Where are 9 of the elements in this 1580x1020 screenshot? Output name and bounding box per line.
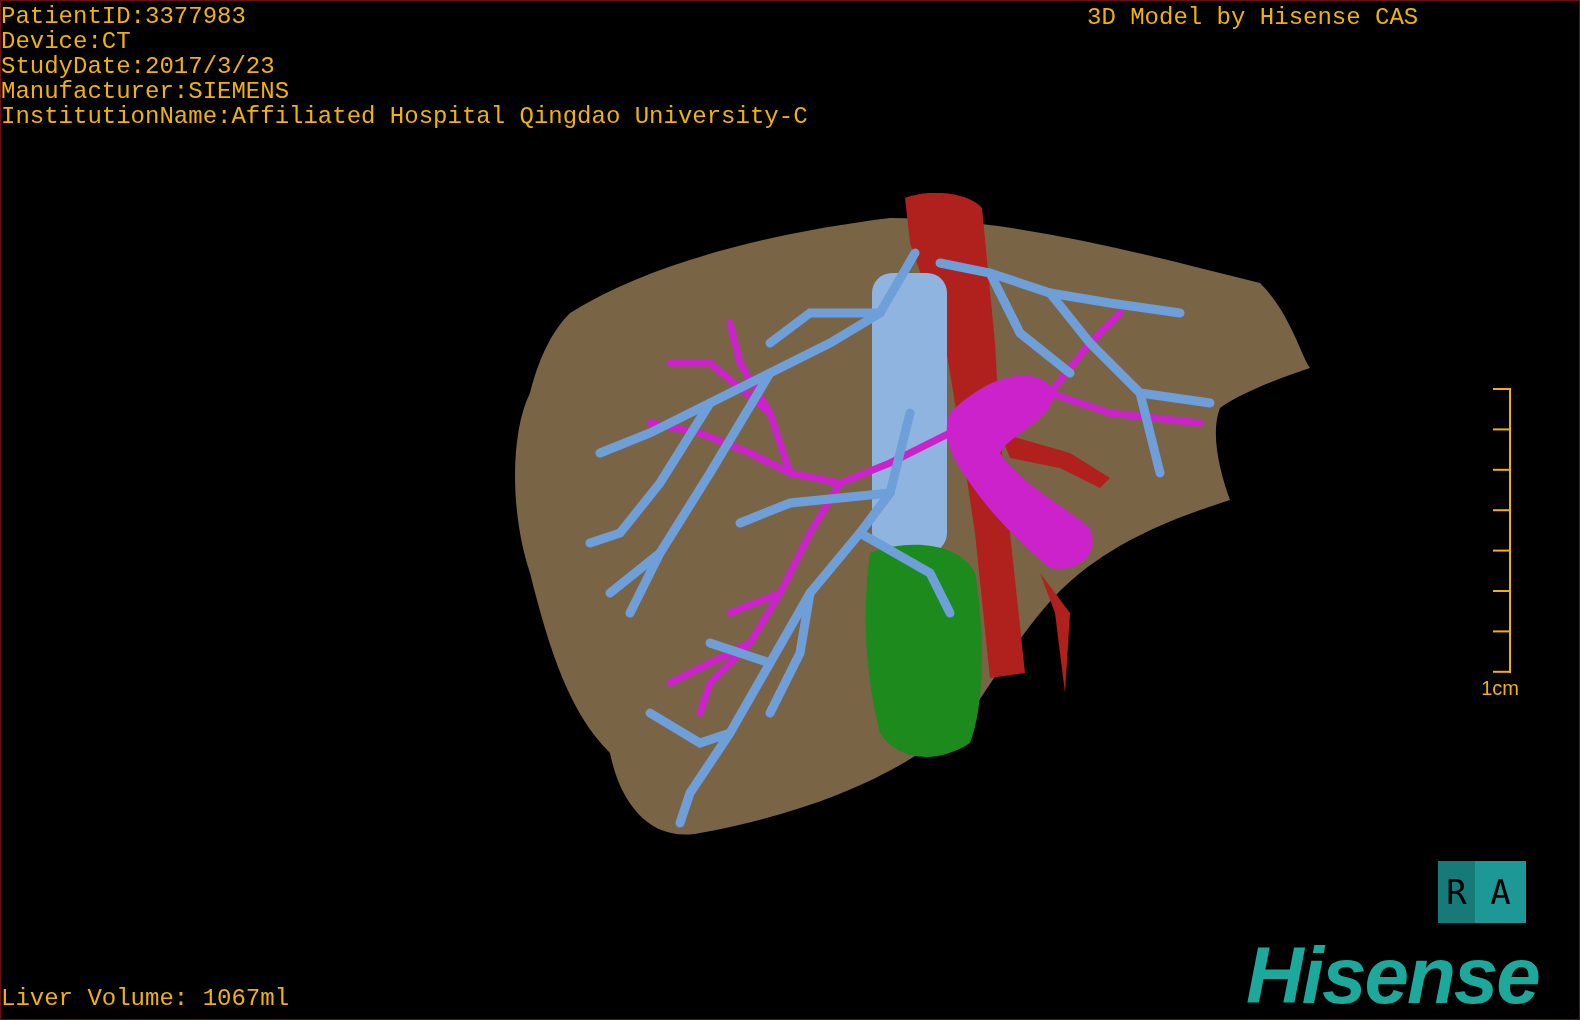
scale-label: 1cm — [1481, 677, 1519, 700]
patient-info-text: Manufacturer:SIEMENS — [1, 79, 291, 104]
patient-info-text: Device:CT — [1, 29, 132, 54]
logo-text: Hisense — [1246, 936, 1539, 1016]
liver-volume-text: Liver Volume: 1067ml — [1, 986, 290, 1011]
patient-info-text: InstitutionName:Affiliated Hospital Qingdao University-C — [1, 104, 808, 129]
patient-info-text: PatientID:3377983 — [1, 4, 247, 29]
patient-info-text: StudyDate:2017/3/23 — [1, 54, 276, 79]
model-credit-text: 3D Model by Hisense CAS — [1087, 5, 1419, 30]
